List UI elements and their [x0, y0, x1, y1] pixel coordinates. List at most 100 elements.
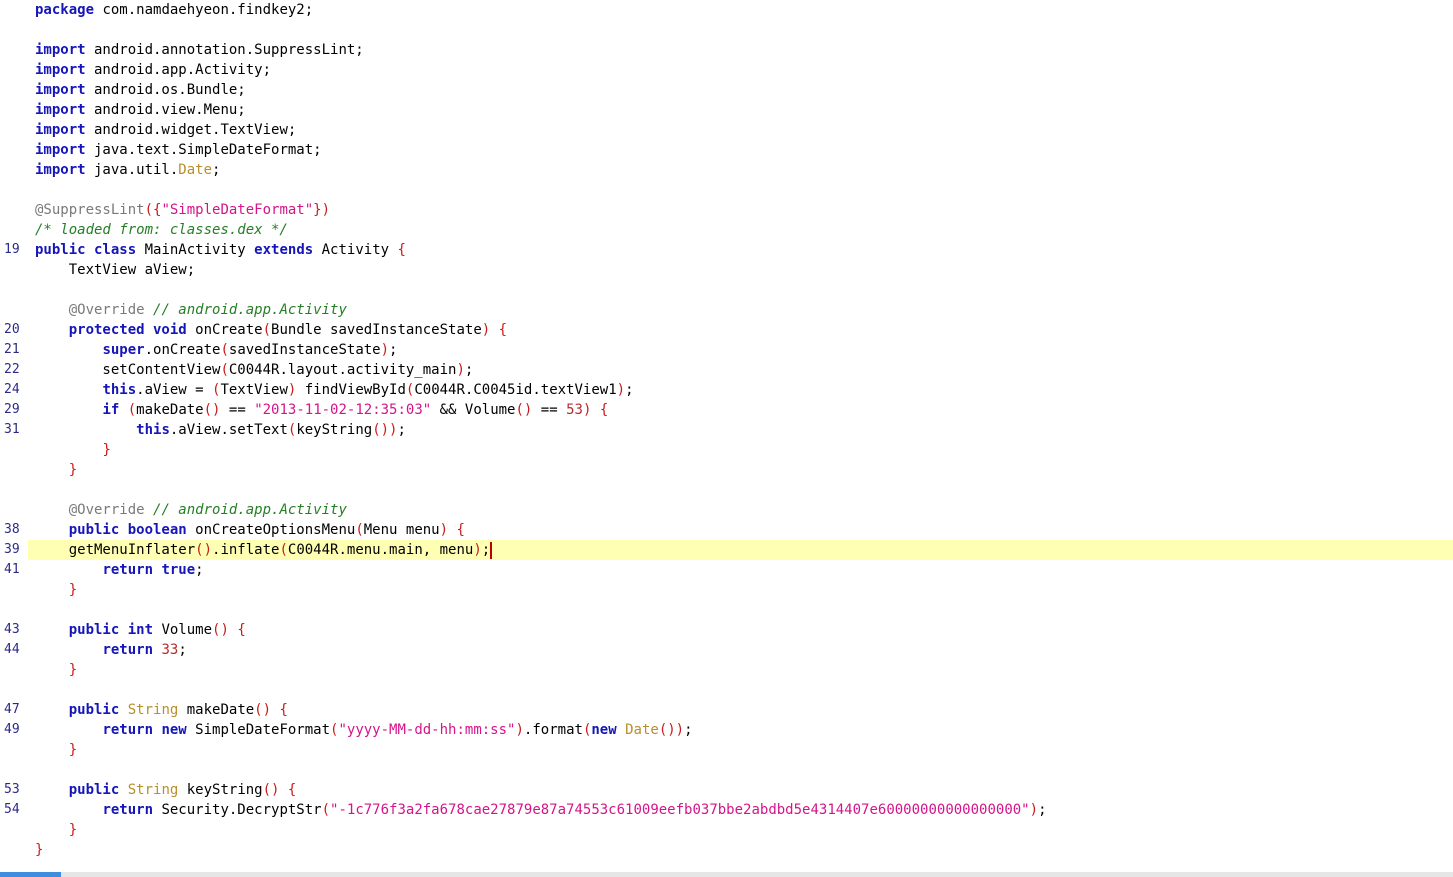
- code-line[interactable]: /* loaded from: classes.dex */: [0, 220, 1453, 240]
- code-text[interactable]: protected void onCreate(Bundle savedInst…: [0, 320, 507, 340]
- code-text[interactable]: }: [0, 740, 77, 760]
- code-editor[interactable]: package com.namdaehyeon.findkey2; import …: [0, 0, 1453, 877]
- code-text[interactable]: import android.widget.TextView;: [0, 120, 296, 140]
- code-line[interactable]: 19 public class MainActivity extends Acti…: [0, 240, 1453, 260]
- code-line[interactable]: 44 return 33;: [0, 640, 1453, 660]
- code-line[interactable]: package com.namdaehyeon.findkey2;: [0, 0, 1453, 20]
- code-text[interactable]: @Override // android.app.Activity: [0, 500, 347, 520]
- code-line[interactable]: 20 protected void onCreate(Bundle savedI…: [0, 320, 1453, 340]
- code-line[interactable]: 41 return true;: [0, 560, 1453, 580]
- code-text[interactable]: getMenuInflater().inflate(C0044R.menu.ma…: [28, 540, 493, 560]
- code-text[interactable]: setContentView(C0044R.layout.activity_ma…: [0, 360, 473, 380]
- code-text[interactable]: public String makeDate() {: [0, 700, 288, 720]
- code-line[interactable]: import android.widget.TextView;: [0, 120, 1453, 140]
- code-line[interactable]: 31 this.aView.setText(keyString());: [0, 420, 1453, 440]
- code-line[interactable]: @Override // android.app.Activity: [0, 300, 1453, 320]
- code-text[interactable]: return Security.DecryptStr("-1c776f3a2fa…: [0, 800, 1046, 820]
- code-line[interactable]: [0, 600, 1453, 620]
- code-text[interactable]: import android.os.Bundle;: [0, 80, 246, 100]
- code-token: Activity: [313, 242, 398, 258]
- code-line[interactable]: 21 super.onCreate(savedInstanceState);: [0, 340, 1453, 360]
- code-token: }: [68, 462, 78, 478]
- code-token: Bundle savedInstanceState: [271, 322, 482, 338]
- code-text[interactable]: package com.namdaehyeon.findkey2;: [0, 0, 313, 20]
- code-line[interactable]: 43 public int Volume() {: [0, 620, 1453, 640]
- code-line[interactable]: import android.view.Menu;: [0, 100, 1453, 120]
- code-line[interactable]: import android.os.Bundle;: [0, 80, 1453, 100]
- code-text[interactable]: import java.text.SimpleDateFormat;: [0, 140, 322, 160]
- code-area[interactable]: package com.namdaehyeon.findkey2; import …: [0, 0, 1453, 860]
- code-line[interactable]: }: [0, 660, 1453, 680]
- code-text[interactable]: public class MainActivity extends Activi…: [0, 240, 406, 260]
- code-line[interactable]: [0, 760, 1453, 780]
- code-line[interactable]: import android.annotation.SuppressLint;: [0, 40, 1453, 60]
- code-token: makeDate: [178, 702, 255, 718]
- code-line[interactable]: [0, 680, 1453, 700]
- code-line[interactable]: [0, 20, 1453, 40]
- code-line[interactable]: }: [0, 740, 1453, 760]
- code-text[interactable]: }: [0, 820, 77, 840]
- code-line[interactable]: import android.app.Activity;: [0, 60, 1453, 80]
- code-text[interactable]: public int Volume() {: [0, 620, 246, 640]
- code-text[interactable]: }: [0, 580, 77, 600]
- code-text[interactable]: }: [0, 660, 77, 680]
- code-text[interactable]: this.aView = (TextView) findViewById(C00…: [0, 380, 633, 400]
- code-token: MainActivity: [136, 242, 255, 258]
- code-line[interactable]: [0, 280, 1453, 300]
- code-line[interactable]: import java.util.Date;: [0, 160, 1453, 180]
- code-line[interactable]: 22 setContentView(C0044R.layout.activity…: [0, 360, 1453, 380]
- code-text[interactable]: return new SimpleDateFormat("yyyy-MM-dd-…: [0, 720, 692, 740]
- code-line[interactable]: 49 return new SimpleDateFormat("yyyy-MM-…: [0, 720, 1453, 740]
- code-token: }: [68, 822, 78, 838]
- code-text[interactable]: import android.annotation.SuppressLint;: [0, 40, 364, 60]
- code-text[interactable]: return true;: [0, 560, 203, 580]
- code-line[interactable]: 47 public String makeDate() {: [0, 700, 1453, 720]
- code-text[interactable]: public String keyString() {: [0, 780, 297, 800]
- code-text[interactable]: import android.app.Activity;: [0, 60, 271, 80]
- code-line[interactable]: @Override // android.app.Activity: [0, 500, 1453, 520]
- code-text[interactable]: this.aView.setText(keyString());: [0, 420, 406, 440]
- code-line[interactable]: @SuppressLint({"SimpleDateFormat"}): [0, 200, 1453, 220]
- code-text[interactable]: @SuppressLint({"SimpleDateFormat"}): [0, 200, 330, 220]
- code-text[interactable]: super.onCreate(savedInstanceState);: [0, 340, 397, 360]
- code-line[interactable]: 38 public boolean onCreateOptionsMenu(Me…: [0, 520, 1453, 540]
- scrollbar-thumb[interactable]: [0, 872, 61, 877]
- code-text[interactable]: public boolean onCreateOptionsMenu(Menu …: [0, 520, 465, 540]
- code-line[interactable]: }: [0, 580, 1453, 600]
- code-line[interactable]: }: [0, 840, 1453, 860]
- code-text[interactable]: }: [0, 460, 77, 480]
- code-line[interactable]: }: [0, 440, 1453, 460]
- code-line[interactable]: [0, 180, 1453, 200]
- code-text[interactable]: }: [0, 840, 43, 860]
- code-line[interactable]: [0, 480, 1453, 500]
- code-line[interactable]: }: [0, 820, 1453, 840]
- code-token: ;: [481, 542, 491, 558]
- code-text[interactable]: if (makeDate() == "2013-11-02-12:35:03" …: [0, 400, 608, 420]
- horizontal-scrollbar[interactable]: [0, 872, 1453, 877]
- code-text[interactable]: import java.util.Date;: [0, 160, 220, 180]
- code-token: onCreateOptionsMenu: [186, 522, 356, 538]
- code-token: onCreate: [186, 322, 263, 338]
- code-text[interactable]: return 33;: [0, 640, 186, 660]
- code-line[interactable]: 54 return Security.DecryptStr("-1c776f3a…: [0, 800, 1453, 820]
- code-line[interactable]: 24 this.aView = (TextView) findViewById(…: [0, 380, 1453, 400]
- code-text[interactable]: TextView aView;: [0, 260, 195, 280]
- code-line[interactable]: }: [0, 460, 1453, 480]
- code-token: (): [515, 402, 533, 418]
- code-line[interactable]: 29 if (makeDate() == "2013-11-02-12:35:0…: [0, 400, 1453, 420]
- code-text[interactable]: }: [0, 440, 110, 460]
- code-token: .aView =: [136, 382, 213, 398]
- code-text[interactable]: /* loaded from: classes.dex */: [0, 220, 288, 240]
- current-code-line[interactable]: 39 getMenuInflater().inflate(C0044R.menu…: [4, 540, 1453, 560]
- code-text[interactable]: @Override // android.app.Activity: [0, 300, 347, 320]
- code-token: Date: [178, 162, 213, 178]
- code-line[interactable]: 53 public String keyString() {: [0, 780, 1453, 800]
- code-text[interactable]: import android.view.Menu;: [0, 100, 246, 120]
- code-line[interactable]: import java.text.SimpleDateFormat;: [0, 140, 1453, 160]
- code-line[interactable]: TextView aView;: [0, 260, 1453, 280]
